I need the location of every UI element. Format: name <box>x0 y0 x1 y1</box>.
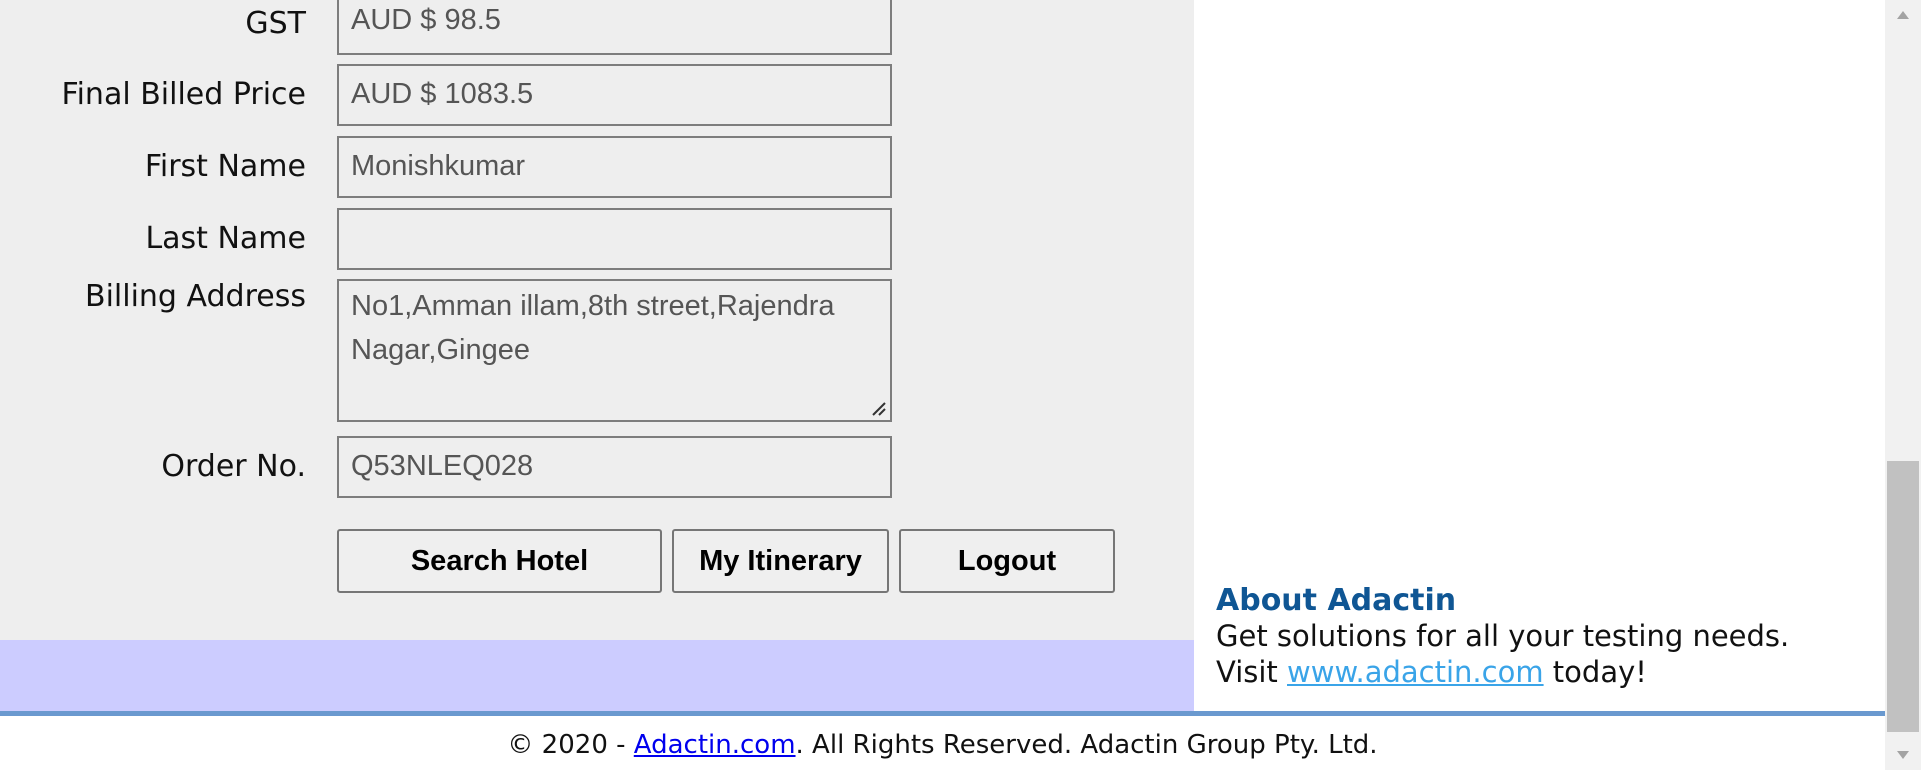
logout-button[interactable]: Logout <box>899 529 1115 593</box>
content-footer-band <box>0 640 1194 711</box>
billing-address-text: No1,Amman illam,8th street,Rajendra Naga… <box>351 290 835 366</box>
page-scrollbar[interactable] <box>1885 0 1921 770</box>
first-name-label: First Name <box>144 149 306 184</box>
first-name-field[interactable]: Monishkumar <box>337 136 892 198</box>
gst-label: GST <box>245 6 306 41</box>
footer-copyright-suffix: . All Rights Reserved. Adactin Group Pty… <box>795 730 1378 760</box>
order-no-field[interactable]: Q53NLEQ028 <box>337 436 892 498</box>
last-name-field[interactable] <box>337 208 892 270</box>
final-billed-price-field[interactable]: AUD $ 1083.5 <box>337 64 892 126</box>
final-billed-price-label: Final Billed Price <box>61 77 306 112</box>
last-name-label: Last Name <box>145 221 306 256</box>
search-hotel-button[interactable]: Search Hotel <box>337 529 662 593</box>
scroll-up-arrow-icon[interactable] <box>1885 0 1921 30</box>
scrollbar-thumb[interactable] <box>1887 461 1919 732</box>
about-visit-line: Visit www.adactin.com today! <box>1216 655 1647 689</box>
footer-copyright-prefix: © 2020 - <box>507 730 634 760</box>
billing-address-textarea[interactable]: No1,Amman illam,8th street,Rajendra Naga… <box>337 279 892 422</box>
footer: © 2020 - Adactin.com. All Rights Reserve… <box>0 716 1885 770</box>
scroll-down-arrow-icon[interactable] <box>1885 740 1921 770</box>
billing-address-label: Billing Address <box>85 279 306 314</box>
footer-adactin-link[interactable]: Adactin.com <box>634 730 796 760</box>
about-visit-suffix: today! <box>1543 655 1647 689</box>
my-itinerary-button[interactable]: My Itinerary <box>672 529 889 593</box>
about-description: Get solutions for all your testing needs… <box>1216 619 1790 653</box>
adactin-website-link[interactable]: www.adactin.com <box>1287 655 1544 689</box>
about-title: About Adactin <box>1216 583 1457 618</box>
order-no-label: Order No. <box>161 449 306 484</box>
gst-field[interactable]: AUD $ 98.5 <box>337 0 892 55</box>
resize-grip-icon[interactable] <box>870 400 886 416</box>
about-visit-prefix: Visit <box>1216 655 1288 689</box>
